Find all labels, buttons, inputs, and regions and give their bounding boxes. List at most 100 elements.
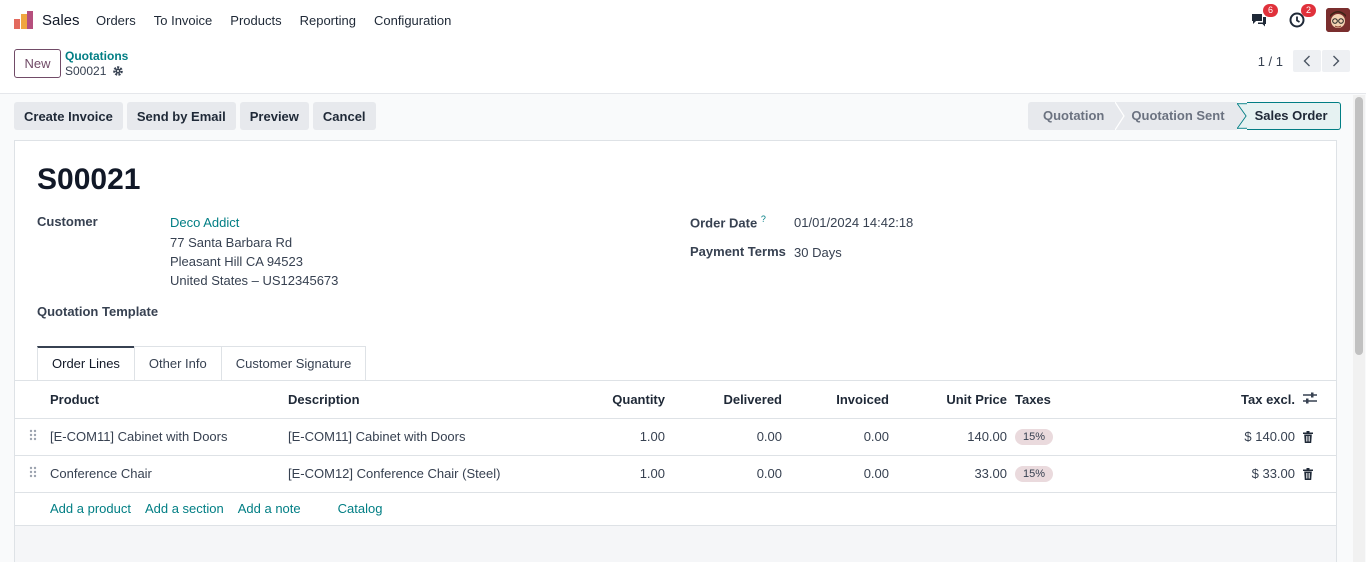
- stage-quotation-sent[interactable]: Quotation Sent: [1125, 102, 1237, 130]
- activities-button[interactable]: 2: [1286, 4, 1316, 31]
- column-header-taxes[interactable]: Taxes: [1007, 381, 1067, 419]
- menu-reporting[interactable]: Reporting: [300, 13, 356, 28]
- menu-to-invoice[interactable]: To Invoice: [154, 13, 213, 28]
- help-icon[interactable]: ?: [761, 214, 766, 224]
- line-delivered[interactable]: 0.00: [665, 455, 782, 493]
- main-menu: Orders To Invoice Products Reporting Con…: [96, 13, 469, 28]
- stage-separator-icon: [1115, 102, 1126, 130]
- stage-quotation-label: Quotation: [1043, 108, 1105, 123]
- drag-handle-icon[interactable]: [15, 455, 50, 493]
- column-header-tax-excl[interactable]: Tax excl.: [1067, 381, 1295, 419]
- breadcrumb-quotations[interactable]: Quotations: [65, 49, 128, 63]
- payment-terms-label: Payment Terms: [690, 244, 786, 259]
- pager-previous-button[interactable]: [1293, 50, 1321, 72]
- table-row[interactable]: Conference Chair [E-COM12] Conference Ch…: [15, 455, 1336, 493]
- column-header-invoiced[interactable]: Invoiced: [782, 381, 889, 419]
- stage-sales-order[interactable]: Sales Order: [1246, 102, 1341, 130]
- line-subtotal: $ 140.00: [1067, 418, 1295, 456]
- trash-icon[interactable]: [1303, 431, 1313, 443]
- catalog-link[interactable]: Catalog: [338, 501, 383, 516]
- new-button[interactable]: New: [14, 49, 61, 78]
- table-footer-strip: [15, 526, 1336, 562]
- tab-order-lines[interactable]: Order Lines: [37, 346, 135, 381]
- line-taxes[interactable]: 15%: [1007, 418, 1067, 456]
- line-delivered[interactable]: 0.00: [665, 418, 782, 456]
- line-invoiced[interactable]: 0.00: [782, 418, 889, 456]
- cancel-button[interactable]: Cancel: [312, 102, 376, 130]
- line-product[interactable]: Conference Chair: [50, 455, 288, 493]
- order-date-label: Order Date ?: [690, 214, 766, 230]
- notebook-tabs: Order Lines Other Info Customer Signatur…: [37, 346, 367, 381]
- messages-count-badge: 6: [1263, 4, 1278, 17]
- add-section-link[interactable]: Add a section: [145, 501, 224, 516]
- menu-orders[interactable]: Orders: [96, 13, 136, 28]
- pager-value[interactable]: 1 / 1: [1258, 54, 1283, 69]
- line-unit-price[interactable]: 33.00: [889, 455, 1007, 493]
- stage-quotation[interactable]: Quotation: [1028, 102, 1117, 130]
- trash-icon[interactable]: [1303, 468, 1313, 480]
- customer-address-line1: 77 Santa Barbara Rd: [170, 235, 293, 250]
- messages-button[interactable]: 6: [1248, 4, 1278, 31]
- chevron-left-icon: [1303, 55, 1310, 67]
- tab-customer-signature[interactable]: Customer Signature: [220, 346, 367, 381]
- systray: 6 2: [1232, 4, 1350, 32]
- order-lines-table: Product Description Quantity Delivered I…: [15, 381, 1336, 493]
- create-invoice-button[interactable]: Create Invoice: [14, 102, 123, 130]
- tax-badge: 15%: [1015, 466, 1054, 482]
- line-product[interactable]: [E-COM11] Cabinet with Doors: [50, 418, 288, 456]
- record-title: S00021: [37, 163, 141, 196]
- user-avatar[interactable]: [1326, 8, 1350, 32]
- activities-count-badge: 2: [1301, 4, 1316, 17]
- line-description[interactable]: [E-COM11] Cabinet with Doors: [288, 418, 535, 456]
- stage-sales-order-label: Sales Order: [1254, 108, 1328, 123]
- column-header-unit-price[interactable]: Unit Price: [889, 381, 1007, 419]
- line-invoiced[interactable]: 0.00: [782, 455, 889, 493]
- chevron-right-icon: [1333, 55, 1340, 67]
- column-header-description[interactable]: Description: [288, 381, 535, 419]
- drag-handle-icon[interactable]: [15, 418, 50, 456]
- stage-quotation-sent-label: Quotation Sent: [1131, 108, 1225, 123]
- sales-app-icon[interactable]: [14, 11, 34, 29]
- line-quantity[interactable]: 1.00: [535, 418, 665, 456]
- scrollbar-thumb[interactable]: [1355, 97, 1363, 355]
- line-description[interactable]: [E-COM12] Conference Chair (Steel): [288, 455, 535, 493]
- table-header-row: Product Description Quantity Delivered I…: [15, 381, 1336, 419]
- menu-products[interactable]: Products: [230, 13, 281, 28]
- status-bar: Quotation Quotation Sent Sales Order: [1028, 102, 1341, 130]
- order-date-label-text: Order Date: [690, 215, 758, 231]
- line-taxes[interactable]: 15%: [1007, 455, 1067, 493]
- preview-button[interactable]: Preview: [239, 102, 309, 130]
- line-unit-price[interactable]: 140.00: [889, 418, 1007, 456]
- stage-separator-active-icon: [1236, 103, 1247, 129]
- add-note-link[interactable]: Add a note: [238, 501, 301, 516]
- line-delete-cell: [1295, 455, 1336, 493]
- column-settings-header[interactable]: [1295, 381, 1336, 419]
- customer-address-line3: United States – US12345673: [170, 273, 339, 288]
- pager: 1 / 1: [1258, 50, 1350, 72]
- customer-link[interactable]: Deco Addict: [170, 215, 239, 230]
- user-avatar-image: [1326, 8, 1350, 32]
- tab-other-info[interactable]: Other Info: [133, 346, 222, 381]
- action-bar: Create Invoice Send by Email Preview Can…: [14, 102, 380, 130]
- pager-next-button[interactable]: [1322, 50, 1350, 72]
- order-date-value[interactable]: 01/01/2024 14:42:18: [794, 215, 913, 230]
- sliders-icon[interactable]: [1303, 392, 1317, 404]
- table-row[interactable]: [E-COM11] Cabinet with Doors [E-COM11] C…: [15, 418, 1336, 456]
- gear-icon[interactable]: [112, 65, 124, 77]
- top-navbar: Sales Orders To Invoice Products Reporti…: [0, 0, 1366, 40]
- send-by-email-button[interactable]: Send by Email: [126, 102, 236, 130]
- breadcrumb-current: S00021: [65, 64, 124, 78]
- add-product-link[interactable]: Add a product: [50, 501, 131, 516]
- page-scrollbar[interactable]: [1353, 95, 1365, 562]
- app-name[interactable]: Sales: [42, 12, 80, 29]
- line-delete-cell: [1295, 418, 1336, 456]
- column-header-quantity[interactable]: Quantity: [535, 381, 665, 419]
- payment-terms-value[interactable]: 30 Days: [794, 245, 842, 260]
- line-quantity[interactable]: 1.00: [535, 455, 665, 493]
- menu-configuration[interactable]: Configuration: [374, 13, 451, 28]
- column-header-product[interactable]: Product: [50, 381, 288, 419]
- breadcrumb-current-label: S00021: [65, 64, 107, 78]
- customer-address-line2: Pleasant Hill CA 94523: [170, 254, 303, 269]
- control-panel: New Quotations S00021 1 / 1: [0, 40, 1366, 94]
- column-header-delivered[interactable]: Delivered: [665, 381, 782, 419]
